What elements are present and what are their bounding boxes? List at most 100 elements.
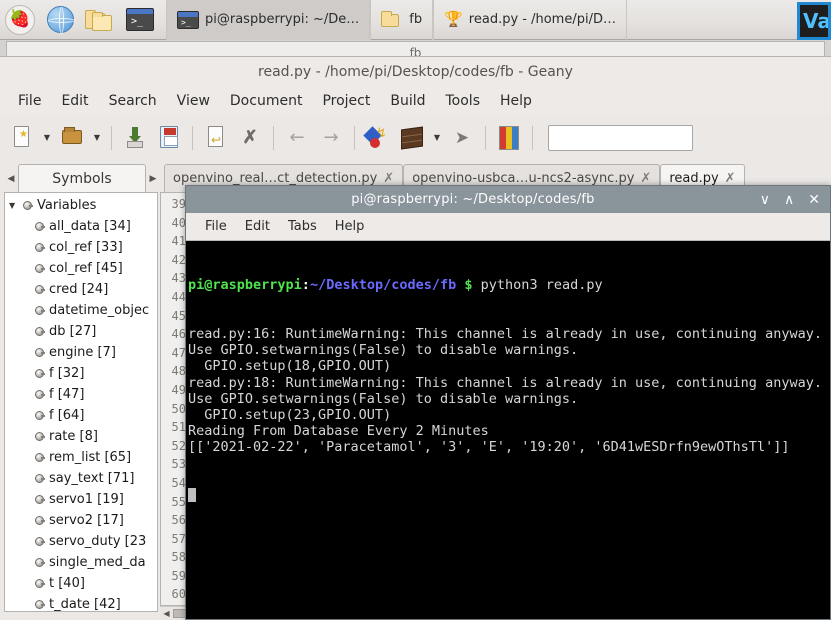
- symbol-tree[interactable]: ▼ Variables all_data [34] col_ref [33] col…: [4, 192, 158, 612]
- symbol-item[interactable]: rem_list [65]: [5, 447, 157, 468]
- terminal-launcher-button[interactable]: >_: [120, 0, 160, 40]
- sidebar-tab-symbols[interactable]: Symbols: [18, 164, 146, 192]
- symbol-item[interactable]: f [32]: [5, 363, 157, 384]
- build-dropdown[interactable]: ▼: [430, 121, 444, 155]
- symbol-item[interactable]: col_ref [45]: [5, 258, 157, 279]
- close-icon[interactable]: ✗: [383, 171, 394, 186]
- open-folder-icon: [60, 125, 84, 151]
- terminal-output-line: GPIO.setup(23,GPIO.OUT): [188, 407, 392, 424]
- symbol-item[interactable]: col_ref [33]: [5, 237, 157, 258]
- save-icon: [123, 125, 147, 151]
- symbol-item[interactable]: cred [24]: [5, 279, 157, 300]
- build-button[interactable]: [396, 121, 428, 155]
- line-number: 59: [171, 568, 186, 583]
- menu-project[interactable]: Project: [314, 90, 378, 112]
- variable-icon: [35, 285, 45, 294]
- symbol-item[interactable]: t_date [42]: [5, 594, 157, 612]
- terminal-output[interactable]: pi@raspberrypi:~/Desktop/codes/fb $ pyth…: [186, 241, 830, 619]
- new-document-button[interactable]: ★: [6, 121, 38, 155]
- revert-button[interactable]: [200, 121, 232, 155]
- symbol-item[interactable]: f [47]: [5, 384, 157, 405]
- close-button[interactable]: ✕: [808, 193, 820, 207]
- sidebar-prev-arrow[interactable]: ◀: [4, 174, 18, 192]
- close-icon[interactable]: ✗: [725, 171, 736, 186]
- tree-expander-icon[interactable]: ▼: [9, 201, 23, 210]
- run-button[interactable]: ➤: [446, 121, 478, 155]
- file-manager-button[interactable]: [80, 0, 120, 40]
- symbol-item[interactable]: servo2 [17]: [5, 510, 157, 531]
- scroll-left-arrow[interactable]: ◀: [160, 609, 173, 618]
- vscode-window-edge[interactable]: Va: [797, 2, 831, 40]
- sidebar-next-arrow[interactable]: ▶: [146, 174, 160, 192]
- line-number: 54: [171, 475, 186, 490]
- editor-tab-label: openvino-usbca…u-ncs2-async.py: [412, 171, 635, 186]
- symbol-item[interactable]: all_data [34]: [5, 216, 157, 237]
- symbol-item[interactable]: say_text [71]: [5, 468, 157, 489]
- open-file-button[interactable]: [56, 121, 88, 155]
- symbol-item[interactable]: t [40]: [5, 573, 157, 594]
- terminal-menubar: File Edit Tabs Help: [186, 213, 830, 241]
- navigate-forward-button[interactable]: →: [315, 121, 347, 155]
- line-number: 50: [171, 401, 186, 416]
- compile-button[interactable]: ↯: [362, 121, 394, 155]
- menu-search[interactable]: Search: [101, 90, 165, 112]
- terminal-titlebar[interactable]: pi@raspberrypi: ~/Desktop/codes/fb ∨ ∧ ✕: [186, 186, 830, 213]
- terminal-menu-edit[interactable]: Edit: [238, 216, 277, 237]
- terminal-output-line: Use GPIO.setwarnings(False) to disable w…: [188, 390, 579, 407]
- variable-icon: [35, 495, 45, 504]
- toolbar-separator: [111, 125, 112, 150]
- symbol-item[interactable]: db [27]: [5, 321, 157, 342]
- menu-view[interactable]: View: [169, 90, 218, 112]
- color-chooser-button[interactable]: [493, 121, 525, 155]
- close-icon[interactable]: ✗: [640, 171, 651, 186]
- toolbar-separator: [532, 125, 533, 150]
- task-button-geany[interactable]: 🏆 read.py - /home/pi/D…: [433, 0, 627, 40]
- symbol-item[interactable]: single_med_da: [5, 552, 157, 573]
- search-input[interactable]: [548, 124, 693, 151]
- close-document-button[interactable]: ✗: [234, 121, 266, 155]
- variable-icon: [35, 369, 45, 378]
- menu-file[interactable]: File: [10, 90, 49, 112]
- variable-icon: [35, 537, 45, 546]
- line-number: 48: [171, 364, 186, 379]
- navigate-back-button[interactable]: ←: [281, 121, 313, 155]
- terminal-window[interactable]: pi@raspberrypi: ~/Desktop/codes/fb ∨ ∧ ✕…: [185, 185, 831, 620]
- geany-toolbar: ★ ▼ ▼ ↩ ✗ ← → ↯ ▼ ➤: [0, 115, 831, 160]
- menu-tools[interactable]: Tools: [438, 90, 489, 112]
- minimize-button[interactable]: ∨: [760, 193, 770, 207]
- menu-help[interactable]: Help: [492, 90, 540, 112]
- save-button[interactable]: [119, 121, 151, 155]
- maximize-button[interactable]: ∧: [784, 193, 794, 207]
- task-button-fb-folder[interactable]: fb: [370, 0, 434, 40]
- line-number: 39: [171, 197, 186, 211]
- symbol-item[interactable]: f [64]: [5, 405, 157, 426]
- menu-document[interactable]: Document: [222, 90, 311, 112]
- line-number: 41: [171, 234, 186, 249]
- line-number: 52: [171, 438, 186, 453]
- menu-build[interactable]: Build: [382, 90, 433, 112]
- variable-icon: [35, 600, 45, 609]
- open-file-dropdown[interactable]: ▼: [90, 121, 104, 155]
- symbol-item[interactable]: rate [8]: [5, 426, 157, 447]
- toolbar-separator: [485, 125, 486, 150]
- symbol-item[interactable]: datetime_objec: [5, 300, 157, 321]
- terminal-menu-file[interactable]: File: [198, 216, 234, 237]
- toolbar-separator: [354, 125, 355, 150]
- symbol-item[interactable]: servo_duty [23: [5, 531, 157, 552]
- chevron-down-icon: ▼: [433, 133, 441, 142]
- terminal-menu-tabs[interactable]: Tabs: [281, 216, 324, 237]
- menu-edit[interactable]: Edit: [53, 90, 96, 112]
- new-document-dropdown[interactable]: ▼: [40, 121, 54, 155]
- terminal-menu-help[interactable]: Help: [328, 216, 372, 237]
- save-all-button[interactable]: [153, 121, 185, 155]
- arrow-right-icon: →: [323, 127, 339, 148]
- symbol-item-label: t_date [42]: [49, 597, 121, 612]
- geany-icon: 🏆: [444, 10, 463, 28]
- symbol-item[interactable]: engine [7]: [5, 342, 157, 363]
- task-button-terminal[interactable]: >_ pi@raspberrypi: ~/De…: [166, 0, 371, 40]
- symbol-tree-root[interactable]: ▼ Variables: [5, 195, 157, 216]
- symbol-item[interactable]: servo1 [19]: [5, 489, 157, 510]
- line-number: 56: [171, 513, 186, 528]
- web-browser-button[interactable]: [40, 0, 80, 40]
- raspberry-menu-button[interactable]: 🍓: [0, 0, 40, 40]
